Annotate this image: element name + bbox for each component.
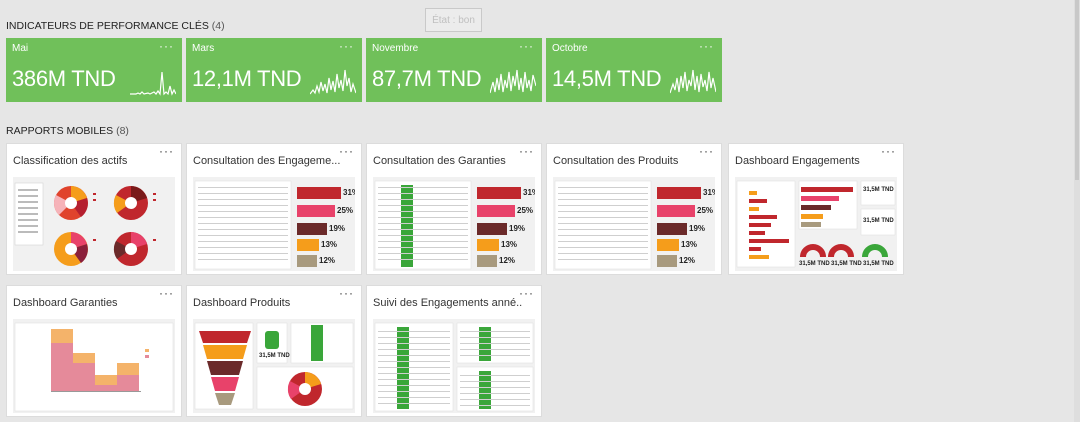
kpi-menu-icon[interactable]: ···: [519, 39, 534, 53]
bar-pct-label: 13%: [501, 240, 518, 249]
tile-value: 31,5M TND: [259, 353, 290, 359]
kpi-value: 386M TND: [12, 66, 116, 91]
report-title: Classification des actifs: [13, 155, 128, 167]
report-menu-icon[interactable]: ···: [699, 144, 714, 158]
report-card-consultation-engagements[interactable]: Consultation des Engageme... ··· 31% 25%…: [186, 143, 362, 275]
kpi-value: 12,1M TND: [192, 66, 302, 91]
report-thumbnail: [13, 177, 175, 271]
report-card-consultation-produits[interactable]: Consultation des Produits ··· 31% 25% 19…: [546, 143, 722, 275]
report-card-dashboard-garanties[interactable]: Dashboard Garanties ···: [6, 285, 182, 417]
report-title: Dashboard Engagements: [735, 155, 860, 167]
report-card-dashboard-engagements[interactable]: Dashboard Engagements ··· 31,5M TND 31,5…: [728, 143, 904, 275]
bar-pct-label: 31%: [343, 188, 355, 197]
kpi-menu-icon[interactable]: ···: [339, 39, 354, 53]
report-card-suivi-engagements[interactable]: Suivi des Engagements anné... ···: [366, 285, 542, 417]
bar-pct-label: 13%: [681, 240, 698, 249]
bar-pct-label: 19%: [329, 224, 346, 233]
kpi-section-label: INDICATEURS DE PERFORMANCE CLÉS: [6, 20, 209, 32]
gauge-value: 31,5M TND: [831, 261, 862, 267]
reports-section-count: (8): [116, 125, 129, 137]
report-card-consultation-garanties[interactable]: Consultation des Garanties ··· 31% 25% 1…: [366, 143, 542, 275]
kpi-sparkline-icon: [670, 69, 716, 94]
report-menu-icon[interactable]: ···: [519, 144, 534, 158]
bar-pct-label: 19%: [689, 224, 706, 233]
bar-pct-label: 12%: [499, 256, 516, 265]
report-menu-icon[interactable]: ···: [519, 286, 534, 300]
scrollbar-thumb[interactable]: [1075, 0, 1079, 180]
kpi-name: Mai: [12, 43, 29, 54]
kpi-tile-novembre[interactable]: Novembre ··· 87,7M TND: [366, 38, 542, 102]
bar-pct-label: 25%: [337, 206, 354, 215]
kpi-name: Novembre: [372, 43, 419, 54]
kpi-value: 87,7M TND: [372, 66, 482, 91]
gauge-value: 31,5M TND: [799, 261, 830, 267]
report-title: Dashboard Produits: [193, 297, 291, 309]
report-thumbnail: [13, 319, 175, 413]
tile-value: 31,5M TND: [863, 218, 894, 224]
kpi-tile-mai[interactable]: Mai ··· 386M TND: [6, 38, 182, 102]
kpi-section-title: INDICATEURS DE PERFORMANCE CLÉS (4): [6, 20, 225, 32]
report-thumbnail: 31,5M TND: [193, 319, 355, 413]
report-menu-icon[interactable]: ···: [159, 286, 174, 300]
report-menu-icon[interactable]: ···: [881, 144, 896, 158]
kpi-sparkline-icon: [130, 71, 176, 96]
report-thumbnail: 31,5M TND 31,5M TND 31,5M TND 31,5M TND …: [735, 177, 897, 271]
report-thumbnail: 31% 25% 19% 13% 12%: [193, 177, 355, 271]
report-menu-icon[interactable]: ···: [339, 144, 354, 158]
kpi-tile-octobre[interactable]: Octobre ··· 14,5M TND: [546, 38, 722, 102]
report-menu-icon[interactable]: ···: [159, 144, 174, 158]
reports-section-label: RAPPORTS MOBILES: [6, 125, 114, 137]
report-title: Consultation des Produits: [553, 155, 679, 167]
bar-pct-label: 12%: [679, 256, 696, 265]
vertical-scrollbar[interactable]: [1074, 0, 1080, 422]
kpi-value: 14,5M TND: [552, 66, 662, 91]
report-menu-icon[interactable]: ···: [339, 286, 354, 300]
kpi-sparkline-icon: [490, 69, 536, 94]
report-card-dashboard-produits[interactable]: Dashboard Produits ··· 31,5M TND: [186, 285, 362, 417]
kpi-menu-icon[interactable]: ···: [699, 39, 714, 53]
report-title: Consultation des Garanties: [373, 155, 506, 167]
bar-pct-label: 19%: [509, 224, 526, 233]
bar-pct-label: 13%: [321, 240, 338, 249]
bar-pct-label: 31%: [703, 188, 715, 197]
bar-pct-label: 25%: [517, 206, 534, 215]
kpi-name: Mars: [192, 43, 215, 54]
tile-value: 31,5M TND: [863, 187, 894, 193]
report-title: Consultation des Engageme...: [193, 155, 341, 167]
bar-pct-label: 12%: [319, 256, 336, 265]
kpi-sparkline-icon: [310, 69, 356, 95]
report-card-classification[interactable]: Classification des actifs ···: [6, 143, 182, 275]
report-title: Dashboard Garanties: [13, 297, 118, 309]
state-filter-button[interactable]: État : bon: [425, 8, 482, 32]
report-title: Suivi des Engagements anné...: [373, 297, 523, 309]
bar-pct-label: 25%: [697, 206, 714, 215]
kpi-section-count: (4): [211, 20, 225, 32]
report-thumbnail: 31% 25% 19% 13% 12%: [373, 177, 535, 271]
kpi-tile-mars[interactable]: Mars ··· 12,1M TND: [186, 38, 362, 102]
reports-section-title: RAPPORTS MOBILES (8): [6, 125, 129, 137]
report-thumbnail: [373, 319, 535, 413]
report-thumbnail: 31% 25% 19% 13% 12%: [553, 177, 715, 271]
bar-pct-label: 31%: [523, 188, 535, 197]
kpi-menu-icon[interactable]: ···: [159, 39, 174, 53]
gauge-value: 31,5M TND: [863, 261, 894, 267]
kpi-name: Octobre: [552, 43, 588, 54]
